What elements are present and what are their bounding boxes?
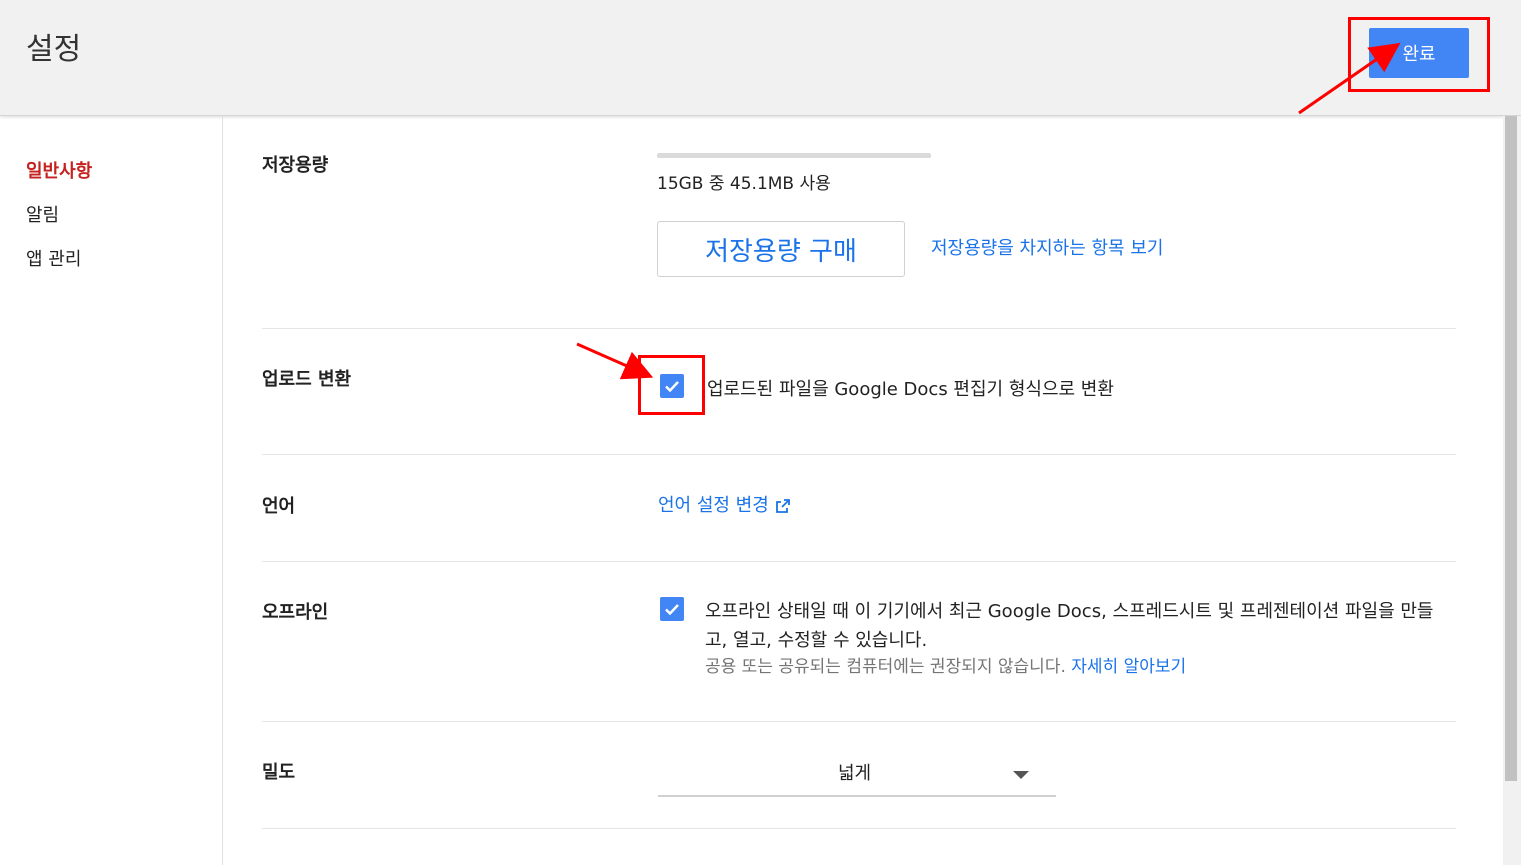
page-title: 설정 [26, 32, 82, 67]
upload-checkbox-highlight [638, 355, 705, 415]
divider [262, 561, 1456, 562]
sidebar: 일반사항 알림 앱 관리 [0, 116, 223, 865]
storage-label: 저장용량 [262, 155, 329, 176]
sidebar-item-general[interactable]: 일반사항 [26, 159, 92, 185]
external-link-icon [775, 499, 790, 513]
done-button-highlight [1348, 17, 1490, 92]
sidebar-item-notifications[interactable]: 알림 [26, 203, 59, 229]
arrow-to-upload-checkbox [576, 342, 654, 380]
header-bar: 설정 완료 [0, 0, 1521, 116]
density-dropdown[interactable]: 넓게 [658, 755, 1056, 797]
language-label: 언어 [262, 496, 296, 517]
upload-conversion-text: 업로드된 파일을 Google Docs 편집기 형식으로 변환 [707, 379, 1114, 400]
sidebar-item-manage-apps[interactable]: 앱 관리 [26, 247, 81, 273]
offline-description: 오프라인 상태일 때 이 기기에서 최근 Google Docs, 스프레드시트… [705, 601, 1434, 651]
learn-more-link[interactable]: 자세히 알아보기 [1071, 657, 1186, 677]
annotation-arrows [576, 42, 1401, 380]
storage-usage-text: 15GB 중 45.1MB 사용 [657, 174, 831, 194]
density-label: 밀도 [262, 762, 296, 783]
divider [262, 721, 1456, 722]
checkmark-icon [665, 604, 679, 616]
offline-warning-text: 공용 또는 공유되는 컴퓨터에는 권장되지 않습니다. [705, 657, 1066, 677]
divider [262, 454, 1456, 455]
scrollbar-thumb[interactable] [1505, 116, 1517, 781]
divider [262, 828, 1456, 829]
offline-label: 오프라인 [262, 602, 329, 623]
change-language-link[interactable]: 언어 설정 변경 [658, 493, 791, 519]
offline-checkbox[interactable] [660, 597, 684, 621]
divider [262, 328, 1456, 329]
offline-warning: 공용 또는 공유되는 컴퓨터에는 권장되지 않습니다. 자세히 알아보기 [705, 654, 1186, 680]
density-selected-value: 넓게 [838, 763, 872, 784]
view-storage-items-link[interactable]: 저장용량을 차지하는 항목 보기 [931, 236, 1163, 262]
buy-storage-button[interactable]: 저장용량 구매 [657, 221, 905, 277]
upload-conversion-label: 업로드 변환 [262, 369, 352, 390]
chevron-down-icon [1013, 771, 1029, 779]
change-language-text: 언어 설정 변경 [658, 495, 769, 516]
storage-usage-bar [657, 153, 931, 158]
